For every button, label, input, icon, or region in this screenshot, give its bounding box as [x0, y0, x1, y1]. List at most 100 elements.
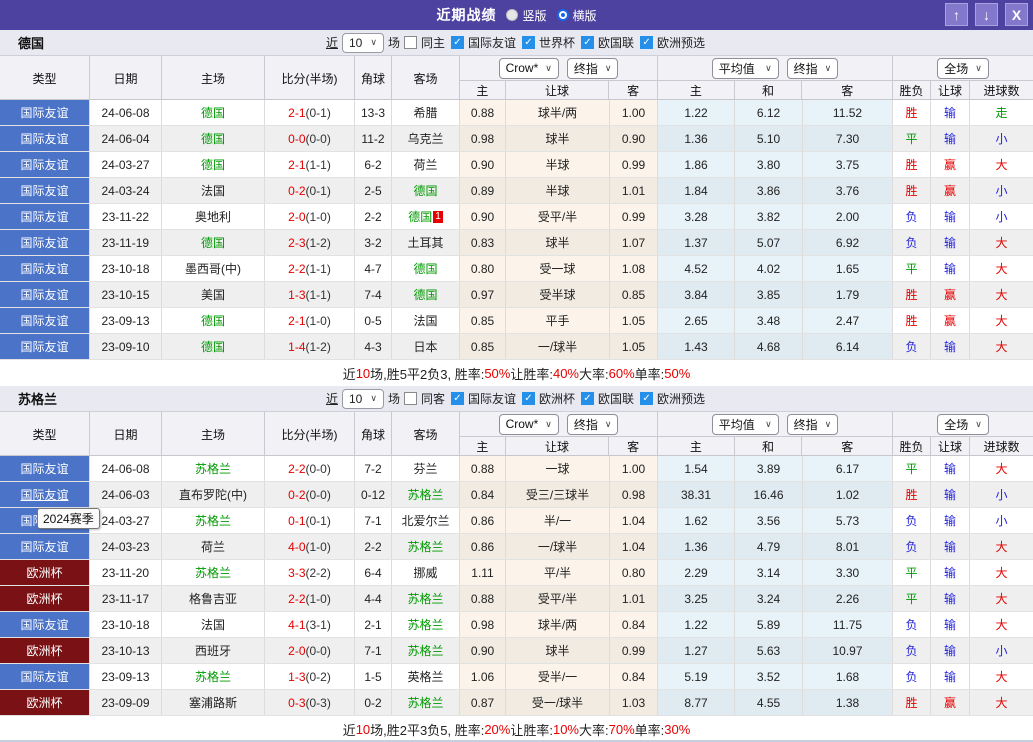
cell-home-team[interactable]: 苏格兰	[162, 664, 265, 689]
cell-score[interactable]: 2-1(0-1)	[265, 100, 355, 125]
cell-away-team[interactable]: 苏格兰	[392, 638, 460, 663]
cell-away-team[interactable]: 乌克兰	[392, 126, 460, 151]
cell-league[interactable]: 国际友谊	[0, 482, 90, 507]
cell-league[interactable]: 欧洲杯	[0, 586, 90, 611]
final-average-dropdown[interactable]: 终指∨	[787, 58, 839, 79]
cell-score[interactable]: 2-3(1-2)	[265, 230, 355, 255]
cell-league[interactable]: 欧洲杯	[0, 560, 90, 585]
cell-home-team[interactable]: 苏格兰	[162, 560, 265, 585]
league-checkbox[interactable]: ✓	[522, 392, 535, 405]
cell-away-team[interactable]: 荷兰	[392, 152, 460, 177]
final-average-dropdown[interactable]: 终指∨	[787, 414, 839, 435]
league-checkbox-label[interactable]: 欧洲杯	[539, 390, 575, 407]
cell-away-team[interactable]: 德国	[392, 178, 460, 203]
league-checkbox[interactable]: ✓	[451, 392, 464, 405]
match-count-select[interactable]: 10∨	[342, 33, 384, 53]
vertical-mode-radio[interactable]: 竖版	[506, 7, 546, 24]
league-checkbox[interactable]: ✓	[451, 36, 464, 49]
cell-score[interactable]: 0-2(0-1)	[265, 178, 355, 203]
league-checkbox-label[interactable]: 国际友谊	[468, 390, 516, 407]
cell-score[interactable]: 0-0(0-0)	[265, 126, 355, 151]
cell-home-team[interactable]: 法国	[162, 178, 265, 203]
cell-league[interactable]: 国际友谊	[0, 126, 90, 151]
league-checkbox[interactable]: ✓	[640, 36, 653, 49]
cell-league[interactable]: 欧洲杯	[0, 638, 90, 663]
cell-home-team[interactable]: 德国	[162, 334, 265, 359]
cell-home-team[interactable]: 德国	[162, 230, 265, 255]
final-odds-dropdown[interactable]: 终指∨	[567, 414, 619, 435]
cell-away-team[interactable]: 苏格兰	[392, 534, 460, 559]
cell-score[interactable]: 2-0(1-0)	[265, 204, 355, 229]
cell-home-team[interactable]: 奥地利	[162, 204, 265, 229]
cell-away-team[interactable]: 北爱尔兰	[392, 508, 460, 533]
match-count-select[interactable]: 10∨	[342, 389, 384, 409]
cell-home-team[interactable]: 苏格兰	[162, 456, 265, 481]
cell-home-team[interactable]: 西班牙	[162, 638, 265, 663]
cell-home-team[interactable]: 直布罗陀(中)	[162, 482, 265, 507]
cell-away-team[interactable]: 苏格兰	[392, 690, 460, 715]
cell-score[interactable]: 2-1(1-0)	[265, 308, 355, 333]
cell-score[interactable]: 2-2(1-0)	[265, 586, 355, 611]
cell-home-team[interactable]: 德国	[162, 126, 265, 151]
cell-home-team[interactable]: 法国	[162, 612, 265, 637]
cell-league[interactable]: 国际友谊	[0, 230, 90, 255]
league-checkbox-label[interactable]: 欧国联	[598, 390, 634, 407]
cell-score[interactable]: 0-1(0-1)	[265, 508, 355, 533]
cell-league[interactable]: 国际友谊	[0, 100, 90, 125]
recent-link[interactable]: 近	[326, 390, 338, 407]
cell-away-team[interactable]: 日本	[392, 334, 460, 359]
league-checkbox-label[interactable]: 国际友谊	[468, 34, 516, 51]
average-dropdown[interactable]: 平均值 ∨	[712, 58, 779, 79]
cell-score[interactable]: 2-2(1-1)	[265, 256, 355, 281]
cell-score[interactable]: 1-3(0-2)	[265, 664, 355, 689]
cell-league[interactable]: 国际友谊	[0, 256, 90, 281]
cell-home-team[interactable]: 德国	[162, 152, 265, 177]
cell-home-team[interactable]: 荷兰	[162, 534, 265, 559]
cell-score[interactable]: 0-2(0-0)	[265, 482, 355, 507]
cell-home-team[interactable]: 德国	[162, 100, 265, 125]
radio-selected-icon[interactable]	[557, 9, 569, 21]
cell-away-team[interactable]: 苏格兰	[392, 612, 460, 637]
same-venue-label[interactable]: 同主	[421, 34, 445, 51]
cell-home-team[interactable]: 格鲁吉亚	[162, 586, 265, 611]
cell-home-team[interactable]: 墨西哥(中)	[162, 256, 265, 281]
cell-league[interactable]: 国际友谊	[0, 612, 90, 637]
cell-score[interactable]: 1-3(1-1)	[265, 282, 355, 307]
cell-away-team[interactable]: 挪威	[392, 560, 460, 585]
cell-home-team[interactable]: 苏格兰	[162, 508, 265, 533]
cell-league[interactable]: 国际友谊	[0, 178, 90, 203]
cell-league[interactable]: 国际友谊	[0, 456, 90, 481]
same-venue-checkbox[interactable]	[404, 36, 417, 49]
cell-away-team[interactable]: 苏格兰	[392, 482, 460, 507]
league-checkbox-label[interactable]: 世界杯	[539, 34, 575, 51]
league-checkbox[interactable]: ✓	[581, 392, 594, 405]
final-odds-dropdown[interactable]: 终指∨	[567, 58, 619, 79]
league-checkbox[interactable]: ✓	[640, 392, 653, 405]
cell-score[interactable]: 3-3(2-2)	[265, 560, 355, 585]
cell-league[interactable]: 国际友谊	[0, 308, 90, 333]
cell-score[interactable]: 2-1(1-1)	[265, 152, 355, 177]
cell-score[interactable]: 4-0(1-0)	[265, 534, 355, 559]
same-venue-label[interactable]: 同客	[421, 390, 445, 407]
cell-league[interactable]: 国际友谊	[0, 334, 90, 359]
league-checkbox-label[interactable]: 欧洲预选	[657, 390, 705, 407]
close-button[interactable]: X	[1005, 3, 1028, 26]
cell-home-team[interactable]: 德国	[162, 308, 265, 333]
cell-score[interactable]: 0-3(0-3)	[265, 690, 355, 715]
cell-score[interactable]: 2-2(0-0)	[265, 456, 355, 481]
cell-league[interactable]: 国际友谊	[0, 664, 90, 689]
cell-league[interactable]: 国际友谊	[0, 152, 90, 177]
cell-away-team[interactable]: 希腊	[392, 100, 460, 125]
cell-league[interactable]: 欧洲杯	[0, 690, 90, 715]
cell-home-team[interactable]: 美国	[162, 282, 265, 307]
cell-league[interactable]: 国际友谊	[0, 204, 90, 229]
move-up-button[interactable]: ↑	[945, 3, 968, 26]
cell-away-team[interactable]: 英格兰	[392, 664, 460, 689]
cell-score[interactable]: 2-0(0-0)	[265, 638, 355, 663]
scope-dropdown[interactable]: 全场∨	[937, 58, 989, 79]
cell-away-team[interactable]: 德国	[392, 282, 460, 307]
league-checkbox-label[interactable]: 欧国联	[598, 34, 634, 51]
cell-away-team[interactable]: 芬兰	[392, 456, 460, 481]
cell-away-team[interactable]: 德国1	[392, 204, 460, 229]
horizontal-mode-radio[interactable]: 横版	[557, 7, 597, 24]
